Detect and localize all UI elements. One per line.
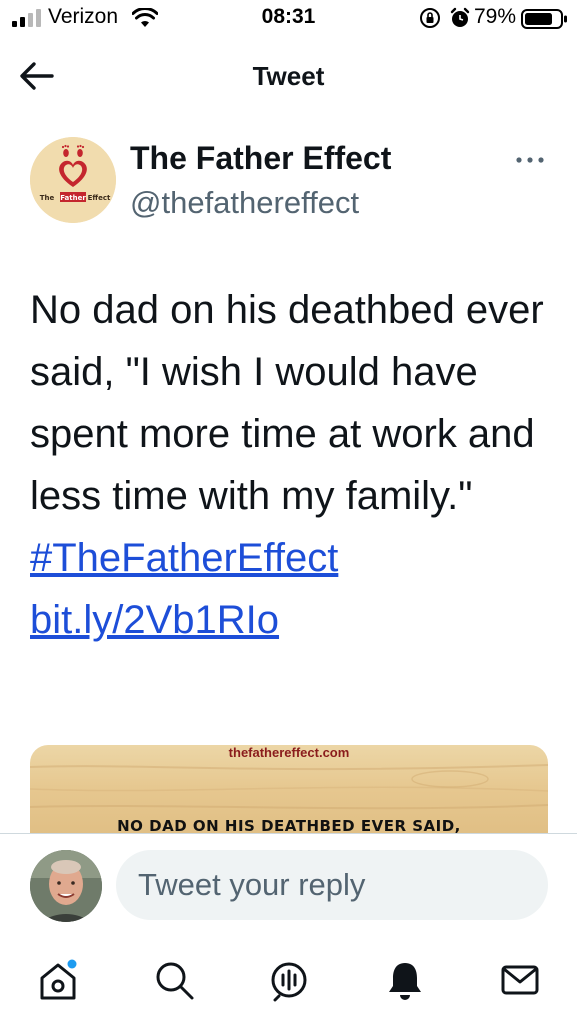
reply-bar — [0, 833, 577, 934]
alarm-icon — [450, 7, 470, 27]
more-options-icon[interactable] — [512, 150, 548, 170]
home-icon[interactable] — [36, 958, 80, 1002]
orientation-lock-icon — [420, 8, 440, 28]
author-handle: @thefathereffect — [130, 185, 360, 220]
url-link[interactable]: bit.ly/2Vb1RIo — [30, 598, 279, 642]
search-icon[interactable] — [152, 958, 196, 1002]
tweet-body: No dad on his deathbed ever said, "I wis… — [30, 279, 560, 651]
svg-text:Father: Father — [60, 194, 86, 202]
page-title: Tweet — [252, 61, 325, 91]
svg-text:Effect: Effect — [88, 194, 111, 202]
svg-text:The: The — [40, 194, 55, 202]
media-site-label: thefathereffect.com — [228, 745, 350, 760]
battery-percent: 79% — [474, 5, 517, 28]
tweet-text: No dad on his deathbed ever said, "I wis… — [30, 288, 544, 518]
user-avatar[interactable] — [30, 850, 102, 922]
battery-icon — [521, 9, 567, 29]
messages-icon[interactable] — [498, 958, 542, 1002]
status-bar: Verizon 08:31 79% — [0, 0, 577, 40]
author-name[interactable]: The Father Effect — [130, 140, 391, 177]
bottom-tab-bar — [0, 940, 577, 1024]
father-effect-logo: Father The Effect — [30, 137, 116, 223]
author-avatar[interactable]: Father The Effect — [30, 137, 116, 223]
hashtag-link[interactable]: #TheFatherEffect — [30, 536, 338, 580]
header-bar: Tweet — [0, 48, 577, 106]
user-avatar-photo — [30, 850, 102, 922]
back-arrow-icon[interactable] — [18, 58, 56, 94]
tweet-media-image[interactable]: thefathereffect.com NO DAD ON HIS DEATHB… — [30, 745, 548, 845]
notifications-icon[interactable] — [383, 958, 427, 1002]
reply-input[interactable] — [116, 850, 548, 920]
spaces-icon[interactable] — [267, 958, 311, 1002]
